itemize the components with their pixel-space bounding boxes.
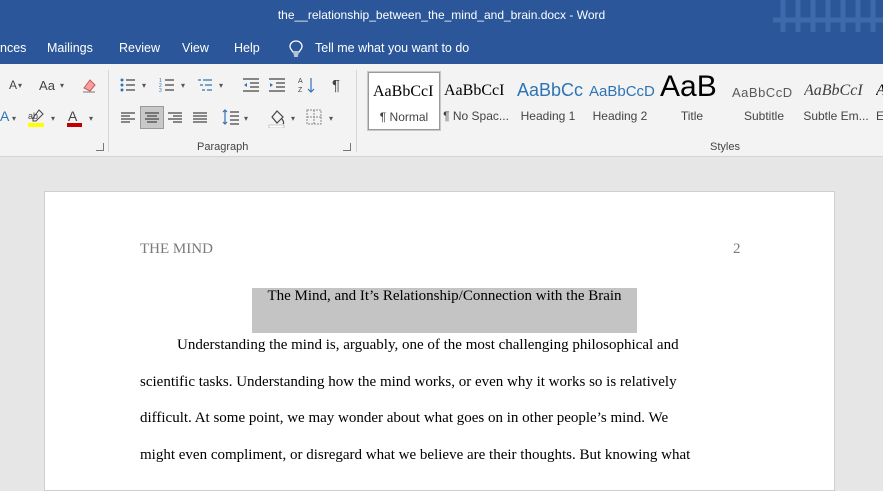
change-case-label: Aa: [39, 77, 55, 93]
line-spacing-icon[interactable]: [222, 108, 240, 126]
style-no-spacing[interactable]: AaBbCcI ¶ No Spac...: [440, 72, 512, 130]
paragraph-group-label: Paragraph: [197, 141, 249, 153]
ribbon-tab-bar: nces Mailings Review View Help Tell me w…: [0, 32, 883, 64]
numbering-icon[interactable]: 123: [159, 77, 175, 93]
paragraph-line[interactable]: might even compliment, or disregard what…: [140, 447, 690, 464]
bullets-icon[interactable]: [120, 77, 136, 93]
tab-references[interactable]: nces: [0, 41, 26, 55]
show-formatting-marks-button[interactable]: ¶: [328, 76, 344, 94]
align-center-button[interactable]: [140, 106, 164, 129]
svg-text:A: A: [298, 78, 303, 85]
style-emphasis[interactable]: A E: [872, 72, 883, 130]
font-color-icon[interactable]: A: [66, 108, 84, 128]
style-name: E: [876, 109, 883, 123]
chevron-down-icon: ▾: [18, 81, 23, 90]
change-case-button[interactable]: Aa: [36, 76, 58, 94]
style-name: Subtitle: [743, 109, 785, 123]
document-area[interactable]: THE MIND 2 The Mind, and It’s Relationsh…: [0, 158, 883, 491]
chevron-down-icon: ▾: [89, 114, 94, 123]
window-title: the__relationship_between_the_mind_and_b…: [277, 8, 606, 22]
paragraph-line[interactable]: difficult. At some point, we may wonder …: [140, 410, 668, 427]
borders-icon[interactable]: [306, 109, 322, 125]
align-right-icon[interactable]: [167, 110, 183, 126]
style-name: Heading 1: [520, 109, 576, 123]
chevron-down-icon: ▾: [291, 114, 296, 123]
highlight-icon[interactable]: ab: [27, 108, 47, 128]
pilcrow-icon: ¶: [331, 76, 341, 94]
style-name: ¶ Normal: [379, 110, 429, 124]
style-heading-2[interactable]: AaBbCcD Heading 2: [584, 72, 656, 130]
style-preview: AaBbCc: [517, 80, 584, 100]
svg-text:A: A: [0, 108, 10, 124]
style-subtitle[interactable]: AaBbCcD Subtitle: [728, 72, 800, 130]
tell-me-search[interactable]: Tell me what you want to do: [288, 40, 470, 57]
ribbon: A ▾ Aa ▾ A ▾ ab ▾ A ▾ ▾ 123 ▾ ▾ A Z ¶ ▾ …: [0, 64, 883, 157]
tell-me-label: Tell me what you want to do: [315, 41, 470, 55]
chevron-down-icon: ▾: [219, 81, 224, 90]
align-center-icon: [145, 112, 159, 123]
increase-indent-icon[interactable]: [268, 77, 286, 93]
chevron-down-icon: ▾: [244, 114, 249, 123]
lightbulb-icon: [289, 40, 303, 57]
svg-text:3: 3: [159, 88, 162, 93]
style-preview: AaBbCcD: [732, 85, 793, 100]
font-dialog-launcher[interactable]: [96, 143, 104, 151]
style-heading-1[interactable]: AaBbCc Heading 1: [512, 72, 584, 130]
title-bar: the__relationship_between_the_mind_and_b…: [0, 0, 883, 64]
sort-icon[interactable]: AZ: [298, 76, 316, 94]
clear-formatting-icon[interactable]: [80, 76, 98, 94]
paragraph-line[interactable]: Understanding the mind is, arguably, one…: [177, 337, 679, 354]
style-name: Heading 2: [592, 109, 648, 123]
group-separator: [108, 70, 109, 152]
align-left-icon[interactable]: [120, 110, 136, 126]
paragraph-dialog-launcher[interactable]: [343, 143, 351, 151]
style-normal[interactable]: AaBbCcI ¶ Normal: [367, 71, 441, 131]
decrease-indent-icon[interactable]: [242, 77, 260, 93]
style-preview: AaBbCcD: [589, 83, 655, 100]
shading-icon[interactable]: [267, 108, 287, 128]
style-name: Title: [680, 109, 704, 123]
paragraph-line[interactable]: scientific tasks. Understanding how the …: [140, 374, 677, 391]
group-separator: [356, 70, 357, 152]
chevron-down-icon: ▾: [181, 81, 186, 90]
document-title[interactable]: The Mind, and It’s Relationship/Connecti…: [252, 288, 637, 305]
justify-icon[interactable]: [192, 110, 208, 126]
styles-group-label: Styles: [710, 141, 740, 153]
page-number[interactable]: 2: [733, 241, 741, 258]
svg-text:A: A: [68, 108, 78, 124]
style-subtle-emphasis[interactable]: AaBbCcI Subtle Em...: [800, 72, 872, 130]
chevron-down-icon: ▾: [329, 114, 334, 123]
style-preview: A: [876, 82, 883, 100]
svg-text:Z: Z: [298, 87, 303, 94]
chevron-down-icon: ▾: [60, 81, 65, 90]
tab-review[interactable]: Review: [119, 41, 160, 55]
style-title[interactable]: AaB Title: [656, 72, 728, 130]
styles-gallery: AaBbCcI ¶ Normal AaBbCcI ¶ No Spac... Aa…: [364, 70, 883, 131]
chevron-down-icon: ▾: [142, 81, 147, 90]
multilevel-list-icon[interactable]: [197, 77, 213, 93]
text-effects-icon[interactable]: A: [0, 108, 12, 124]
style-preview: AaB: [660, 72, 717, 103]
tab-mailings[interactable]: Mailings: [47, 41, 93, 55]
chevron-down-icon: ▾: [51, 114, 56, 123]
style-preview: AaBbCcI: [373, 83, 434, 100]
chevron-down-icon: ▾: [12, 114, 17, 123]
page-header[interactable]: THE MIND: [140, 241, 213, 258]
style-name: ¶ No Spac...: [443, 109, 509, 123]
document-page[interactable]: THE MIND 2 The Mind, and It’s Relationsh…: [44, 191, 835, 491]
tab-help[interactable]: Help: [234, 41, 260, 55]
shrink-font-label: A: [8, 78, 17, 92]
style-preview: AaBbCcI: [444, 82, 505, 99]
tab-view[interactable]: View: [182, 41, 209, 55]
style-preview: AaBbCcI: [804, 82, 863, 99]
style-name: Subtle Em...: [803, 109, 869, 123]
